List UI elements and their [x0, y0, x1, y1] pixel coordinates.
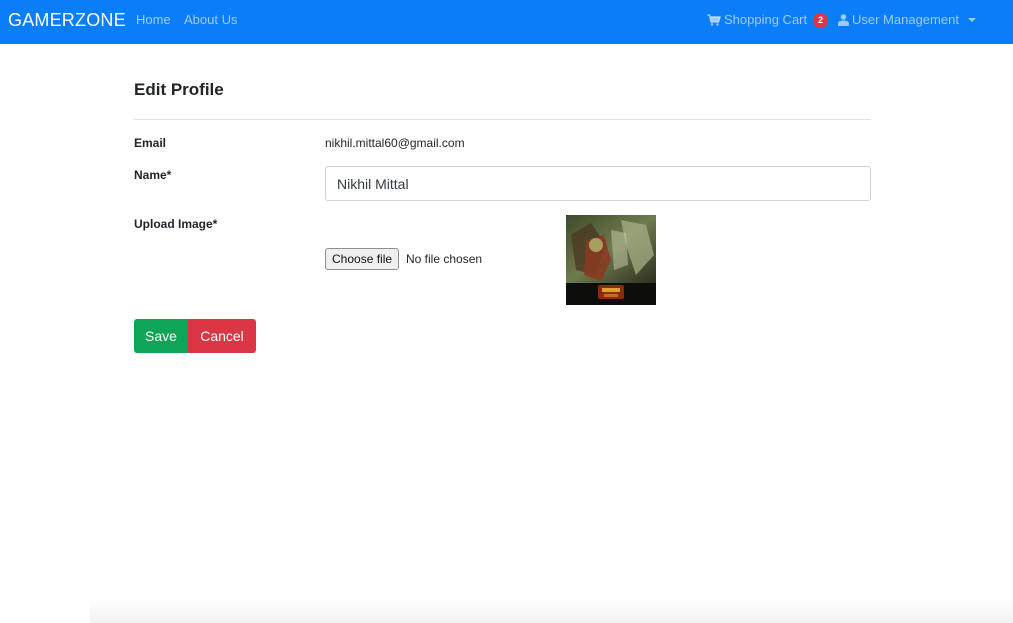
choose-file-button[interactable]: Choose file — [325, 248, 400, 270]
footer-shadow — [90, 598, 1013, 623]
shopping-cart-icon — [707, 14, 721, 26]
title-divider — [134, 119, 871, 120]
profile-image-preview — [566, 215, 656, 305]
file-status-text: No file chosen — [406, 252, 483, 266]
brand-logo[interactable]: GAMERZONE — [8, 10, 126, 30]
nav-shopping-cart[interactable]: Shopping Cart 2 — [707, 12, 829, 28]
top-navbar: GAMERZONE Home About Us Shopping Cart 2 … — [0, 0, 1013, 44]
save-button[interactable]: Save — [134, 319, 188, 353]
email-value: nikhil.mittal60@gmail.com — [325, 136, 465, 150]
nav-about-link[interactable]: About Us — [184, 12, 237, 28]
cancel-button[interactable]: Cancel — [188, 319, 256, 353]
cart-count-badge: 2 — [813, 12, 829, 28]
name-input[interactable] — [325, 166, 871, 201]
page-title: Edit Profile — [134, 80, 224, 99]
user-icon — [838, 14, 849, 26]
shopping-cart-label: Shopping Cart — [724, 12, 808, 27]
user-management-label: User Management — [852, 12, 959, 27]
email-label: Email — [134, 136, 167, 150]
chevron-down-icon — [967, 18, 976, 22]
nav-home-link[interactable]: Home — [136, 12, 171, 28]
user-management-dropdown[interactable]: User Management — [838, 12, 976, 28]
upload-image-label: Upload Image* — [134, 217, 218, 231]
name-label: Name* — [134, 168, 172, 182]
